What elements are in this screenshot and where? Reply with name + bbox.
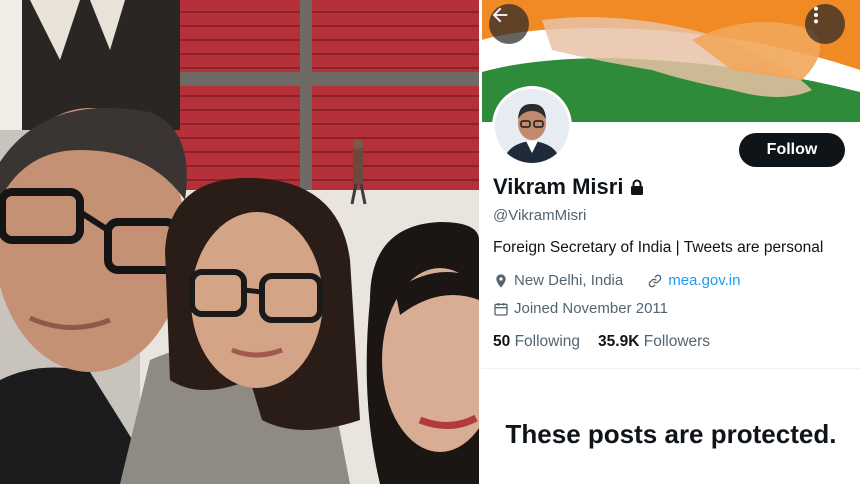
location-text: New Delhi, India (514, 272, 624, 289)
link-icon (648, 274, 662, 287)
profile-panel: Follow Vikram Misri @VikramMisri Foreign… (482, 0, 860, 484)
calendar-icon (494, 302, 508, 316)
followers-label: Followers (643, 333, 711, 350)
arrow-left-icon (492, 7, 508, 23)
name-row: Vikram Misri (493, 174, 644, 200)
display-name: Vikram Misri (493, 174, 624, 199)
followers-stat[interactable]: 35.9K Followers (598, 333, 710, 351)
lock-icon (631, 179, 644, 195)
follow-stats: 50 Following 35.9K Followers (493, 333, 710, 351)
protected-posts-message: These posts are protected. (505, 419, 837, 449)
avatar-portrait-image (495, 89, 569, 163)
avatar[interactable] (492, 86, 572, 166)
more-vertical-icon (813, 6, 819, 24)
selfie-photo-illustration (0, 0, 479, 484)
handle: @VikramMisri (493, 207, 587, 224)
more-options-button[interactable] (805, 4, 845, 44)
joined-row: Joined November 2011 (493, 300, 668, 317)
location-link-row: New Delhi, India mea.gov.in (493, 272, 740, 289)
following-label: Following (514, 333, 581, 350)
following-stat[interactable]: 50 Following (493, 333, 580, 351)
section-separator (482, 368, 860, 369)
location-pin-icon (496, 273, 506, 288)
followers-count: 35.9K (598, 333, 640, 350)
following-count: 50 (493, 333, 511, 350)
website-link[interactable]: mea.gov.in (668, 272, 740, 289)
bio: Foreign Secretary of India | Tweets are … (493, 239, 824, 256)
back-button[interactable] (489, 4, 529, 44)
selfie-photo (0, 0, 479, 484)
joined-text: Joined November 2011 (514, 300, 668, 317)
follow-button[interactable]: Follow (739, 133, 845, 167)
